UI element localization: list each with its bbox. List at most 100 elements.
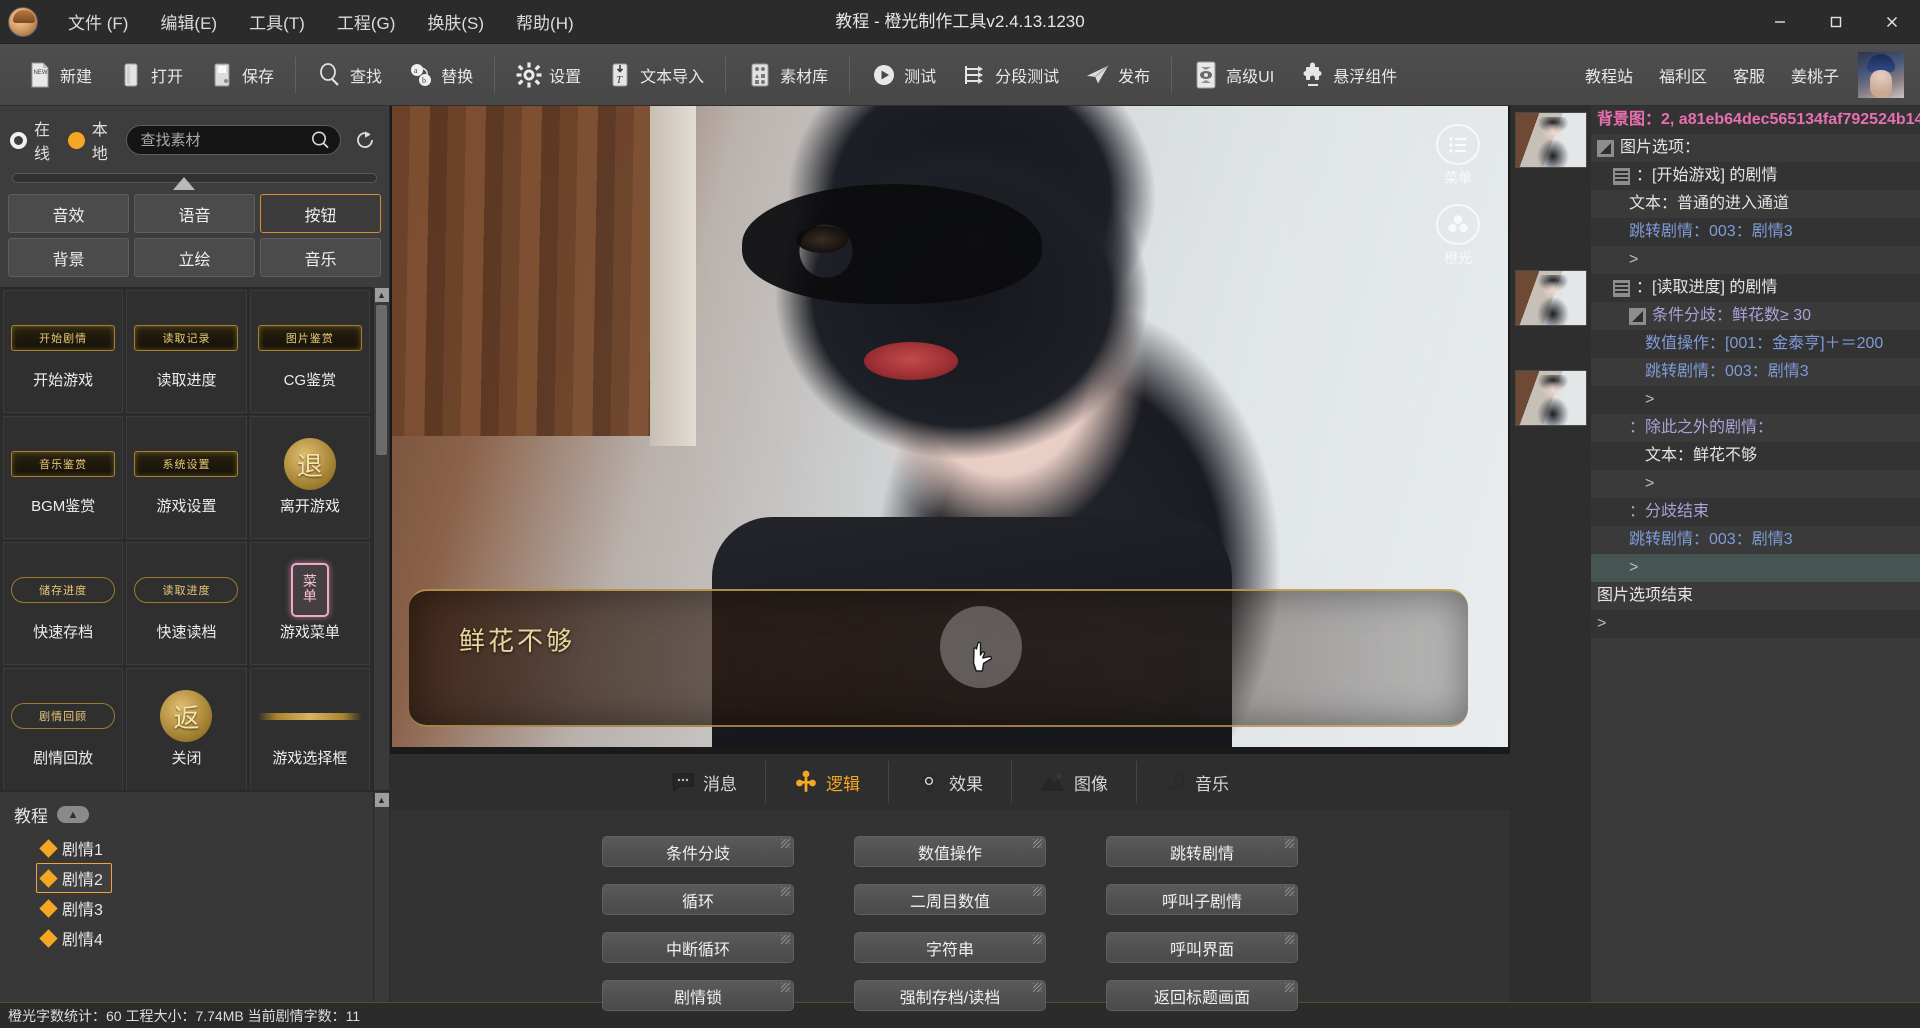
tab-效果[interactable]: 效果: [889, 761, 1012, 803]
preview-dialog-box[interactable]: 鲜花不够: [409, 589, 1468, 727]
logic-button-呼叫子剧情[interactable]: 呼叫子剧情: [1106, 884, 1298, 915]
tree-scroll-up-icon[interactable]: ▲: [374, 793, 389, 807]
slider-thumb[interactable]: [172, 177, 195, 190]
script-line[interactable]: >: [1591, 246, 1920, 274]
stage-brand-button[interactable]: 橙光: [1432, 204, 1484, 268]
asset-item[interactable]: 系统设置 游戏设置: [126, 416, 247, 539]
asset-item[interactable]: 剧情回顾 剧情回放: [3, 668, 124, 790]
link-username[interactable]: 姜桃子: [1778, 57, 1852, 93]
menu-tools[interactable]: 工具(T): [233, 3, 321, 40]
script-line[interactable]: ：[开始游戏] 的剧情: [1591, 162, 1920, 190]
toolbar-button-打开[interactable]: 打开: [105, 51, 196, 99]
script-line[interactable]: 跳转剧情：003：剧情3: [1591, 218, 1920, 246]
tree-scrollbar[interactable]: ▲: [373, 792, 389, 1002]
avatar[interactable]: [1858, 51, 1904, 98]
menu-skin[interactable]: 换肤(S): [411, 3, 500, 40]
scene-thumbnail[interactable]: [1515, 370, 1587, 426]
menu-file[interactable]: 文件 (F): [52, 3, 144, 40]
script-line[interactable]: 文本：普通的进入通道: [1591, 190, 1920, 218]
story-tree-item-剧情2[interactable]: 剧情2: [36, 863, 112, 893]
asset-item[interactable]: 菜单游戏菜单: [249, 542, 370, 665]
chevron-up-icon[interactable]: ▲: [57, 806, 89, 823]
scrollbar-thumb[interactable]: [376, 305, 387, 455]
script-line[interactable]: >: [1591, 470, 1920, 498]
toolbar-button-保存[interactable]: 保存: [196, 51, 287, 99]
collapse-triangle-icon[interactable]: [1597, 139, 1614, 157]
logic-button-数值操作[interactable]: 数值操作: [854, 836, 1046, 867]
search-input[interactable]: [140, 131, 306, 149]
asset-item[interactable]: 返关闭: [126, 668, 247, 790]
menu-project[interactable]: 工程(G): [321, 3, 412, 40]
toolbar-button-发布[interactable]: 发布: [1072, 51, 1163, 99]
asset-category-按钮[interactable]: 按钮: [260, 194, 381, 233]
asset-category-音乐[interactable]: 音乐: [260, 238, 381, 277]
script-line[interactable]: 背景图：2, a81eb64dec565134faf792524b14: [1591, 106, 1920, 134]
game-preview[interactable]: 菜单 橙光 鲜花不够: [390, 106, 1510, 754]
tab-消息[interactable]: 消息: [643, 761, 766, 803]
logic-button-循环[interactable]: 循环: [602, 884, 794, 915]
asset-category-立绘[interactable]: 立绘: [134, 238, 255, 277]
asset-item[interactable]: 开始剧情 开始游戏: [3, 290, 124, 413]
logic-button-字符串[interactable]: 字符串: [854, 932, 1046, 963]
logic-button-中断循环[interactable]: 中断循环: [602, 932, 794, 963]
asset-item[interactable]: 退离开游戏: [249, 416, 370, 539]
asset-item[interactable]: 音乐鉴赏 BGM鉴赏: [3, 416, 124, 539]
maximize-button[interactable]: [1808, 0, 1864, 44]
scene-thumbnail[interactable]: [1515, 112, 1587, 168]
asset-scrollbar[interactable]: ▲: [373, 287, 389, 790]
logic-button-强制存档/读档[interactable]: 强制存档/读档: [854, 980, 1046, 1011]
asset-search-box[interactable]: [125, 125, 341, 155]
script-line[interactable]: >: [1591, 386, 1920, 414]
asset-source-local[interactable]: 本地: [67, 116, 116, 164]
close-button[interactable]: [1864, 0, 1920, 44]
script-line[interactable]: 图片选项结束: [1591, 582, 1920, 610]
tab-逻辑[interactable]: 逻辑: [766, 761, 889, 803]
toolbar-button-分段测试[interactable]: 分段测试: [949, 51, 1072, 99]
asset-category-背景[interactable]: 背景: [8, 238, 129, 277]
logic-button-呼叫界面[interactable]: 呼叫界面: [1106, 932, 1298, 963]
asset-category-语音[interactable]: 语音: [134, 194, 255, 233]
script-line[interactable]: >: [1591, 610, 1920, 638]
logic-button-条件分歧[interactable]: 条件分歧: [602, 836, 794, 867]
asset-source-online[interactable]: 在线: [10, 116, 58, 164]
asset-size-slider[interactable]: [12, 173, 377, 190]
refresh-icon[interactable]: [351, 126, 379, 154]
toolbar-button-素材库[interactable]: 素材库: [734, 51, 841, 99]
minimize-button[interactable]: [1752, 0, 1808, 44]
asset-item[interactable]: 储存进度 快速存档: [3, 542, 124, 665]
script-line[interactable]: ：[读取进度] 的剧情: [1591, 274, 1920, 302]
script-line[interactable]: ：分歧结束: [1591, 498, 1920, 526]
toolbar-button-新建[interactable]: NEW 新建: [14, 51, 105, 99]
toolbar-button-悬浮组件[interactable]: 悬浮组件: [1287, 51, 1410, 99]
link-support[interactable]: 客服: [1720, 57, 1778, 93]
scene-thumbnail[interactable]: [1515, 270, 1587, 326]
story-tree-item-剧情1[interactable]: 剧情1: [36, 833, 112, 863]
asset-item[interactable]: 读取记录 读取进度: [126, 290, 247, 413]
logic-button-返回标题画面[interactable]: 返回标题画面: [1106, 980, 1298, 1011]
asset-item[interactable]: 图片鉴赏 CG鉴赏: [249, 290, 370, 413]
scroll-up-icon[interactable]: ▲: [374, 288, 389, 302]
search-icon[interactable]: [306, 126, 334, 154]
script-list[interactable]: 背景图：2, a81eb64dec565134faf792524b14 图片选项：…: [1591, 106, 1920, 1002]
script-line[interactable]: 条件分歧：鲜花数≥ 30: [1591, 302, 1920, 330]
menu-edit[interactable]: 编辑(E): [144, 3, 233, 40]
toolbar-button-测试[interactable]: 测试: [858, 51, 949, 99]
script-line[interactable]: 跳转剧情：003：剧情3: [1591, 358, 1920, 386]
collapse-triangle-icon[interactable]: [1629, 307, 1646, 325]
tab-图像[interactable]: 图像: [1012, 761, 1137, 803]
toolbar-button-高级UI[interactable]: 高级UI: [1180, 51, 1287, 99]
asset-item[interactable]: 游戏选择框: [249, 668, 370, 790]
toolbar-button-替换[interactable]: a b 替换: [395, 51, 486, 99]
asset-item[interactable]: 读取进度 快速读档: [126, 542, 247, 665]
story-tree-item-剧情4[interactable]: 剧情4: [36, 923, 112, 953]
stage-menu-button[interactable]: 菜单: [1432, 124, 1484, 188]
logic-button-剧情锁[interactable]: 剧情锁: [602, 980, 794, 1011]
script-line[interactable]: 数值操作：[001：金泰亨]＋＝200: [1591, 330, 1920, 358]
toolbar-button-文本导入[interactable]: T 文本导入: [594, 51, 717, 99]
script-line[interactable]: ：除此之外的剧情：: [1591, 414, 1920, 442]
script-line[interactable]: 图片选项：: [1591, 134, 1920, 162]
logic-button-二周目数值[interactable]: 二周目数值: [854, 884, 1046, 915]
toolbar-button-设置[interactable]: 设置: [503, 51, 594, 99]
asset-category-音效[interactable]: 音效: [8, 194, 129, 233]
link-benefits[interactable]: 福利区: [1646, 57, 1720, 93]
